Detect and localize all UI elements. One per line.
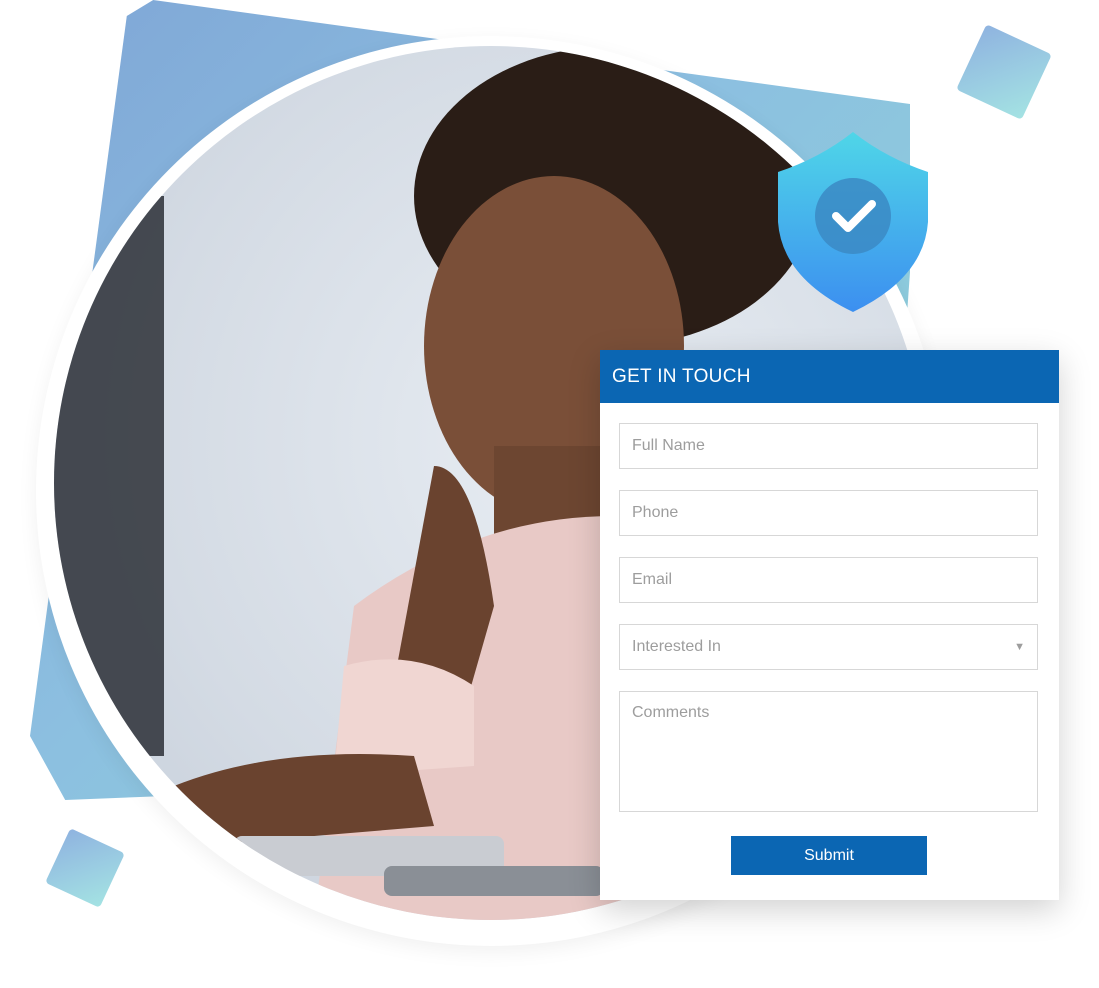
- decorative-diamond-top: [956, 24, 1052, 120]
- contact-form-card: GET IN TOUCH Interested In ▼ Submit: [600, 350, 1059, 900]
- email-input[interactable]: [619, 557, 1038, 603]
- caret-down-icon: ▼: [1014, 641, 1025, 653]
- full-name-input[interactable]: [619, 423, 1038, 469]
- submit-button[interactable]: Submit: [731, 836, 927, 875]
- form-title: GET IN TOUCH: [600, 350, 1059, 403]
- interested-in-select[interactable]: Interested In ▼: [619, 624, 1038, 670]
- comments-textarea[interactable]: [619, 691, 1038, 812]
- phone-input[interactable]: [619, 490, 1038, 536]
- interested-in-placeholder: Interested In: [632, 638, 721, 655]
- shield-check-icon: [778, 132, 928, 312]
